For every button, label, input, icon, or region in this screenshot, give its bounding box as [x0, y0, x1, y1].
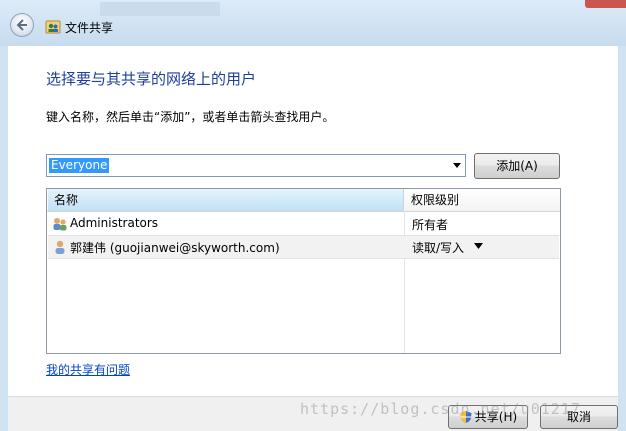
- permission-level[interactable]: 读取/写入: [412, 239, 464, 256]
- back-button[interactable]: [10, 13, 34, 37]
- permission-dropdown-arrow-icon[interactable]: [474, 243, 483, 249]
- window-title: 文件共享: [65, 21, 114, 35]
- table-header: 名称 权限级别: [47, 189, 560, 212]
- user-name: 郭建伟 (guojianwei@skyworth.com): [70, 241, 280, 255]
- back-arrow-icon: [16, 19, 27, 31]
- name-input-value[interactable]: Everyone: [49, 158, 110, 173]
- name-combobox[interactable]: Everyone: [46, 154, 466, 177]
- title-bar: 文件共享: [0, 0, 626, 46]
- window-frame-left: [0, 46, 8, 430]
- table-row[interactable]: Administrators 所有者: [48, 213, 559, 235]
- add-button[interactable]: 添加(A): [474, 153, 560, 179]
- background-window-fragment: [100, 2, 220, 16]
- sharing-help-link[interactable]: 我的共享有问题: [46, 361, 130, 378]
- close-button-fragment[interactable]: [585, 0, 626, 8]
- watermark-text: https://blog.csdn.net/u01217: [300, 400, 581, 418]
- column-header-name[interactable]: 名称: [48, 189, 404, 211]
- user-icon: [55, 240, 65, 254]
- window-frame-right: [618, 46, 626, 430]
- instruction-text: 键入名称，然后单击“添加”，或者单击箭头查找用户。: [46, 110, 335, 124]
- user-name: Administrators: [70, 216, 159, 230]
- dialog-content: 选择要与其共享的网络上的用户 键入名称，然后单击“添加”，或者单击箭头查找用户。…: [8, 46, 618, 396]
- file-share-icon: [45, 20, 61, 34]
- column-header-permission[interactable]: 权限级别: [405, 189, 559, 211]
- users-group-icon: [53, 218, 67, 231]
- dropdown-arrow-icon[interactable]: [453, 163, 461, 168]
- permissions-table: 名称 权限级别 Administrators 所有者 郭建伟 (guojianw…: [46, 188, 561, 354]
- page-title: 选择要与其共享的网络上的用户: [46, 70, 257, 88]
- permission-level: 所有者: [412, 218, 449, 232]
- table-row[interactable]: 郭建伟 (guojianwei@skyworth.com) 读取/写入: [48, 235, 559, 259]
